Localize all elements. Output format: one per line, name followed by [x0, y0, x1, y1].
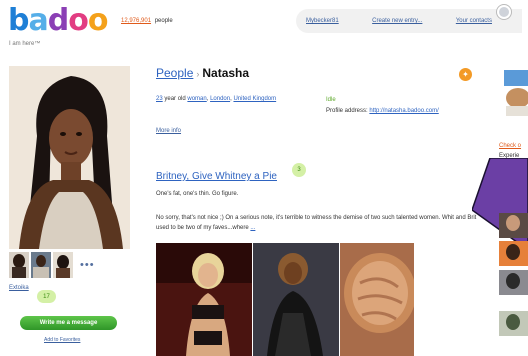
post-title-link[interactable]: Britney, Give Whitney a Pie: [156, 171, 277, 182]
breadcrumb-separator: ›: [196, 69, 200, 79]
member-thumb[interactable]: [499, 213, 528, 238]
profile-address: Profile address: http://natasha.badoo.co…: [326, 108, 439, 114]
people-label: people: [154, 18, 173, 24]
more-photos-link[interactable]: •••: [80, 259, 95, 271]
member-thumb[interactable]: [499, 311, 528, 336]
city-link[interactable]: London: [210, 96, 230, 102]
breadcrumb: People › Natasha: [156, 66, 249, 80]
profile-bio: 23 year old woman, London, United Kingdo…: [156, 96, 277, 102]
status-text: Idle: [326, 97, 336, 103]
profile-name: Natasha: [202, 66, 250, 80]
post-subtitle: One's fat, one's thin. Go figure.: [156, 191, 239, 197]
write-message-button[interactable]: Write me a message: [20, 316, 117, 330]
age-suffix: year old: [164, 96, 186, 102]
gender-link[interactable]: woman: [187, 96, 206, 102]
top-nav: Mybecker81 Create new entry... Your cont…: [296, 9, 522, 33]
photo-thumb[interactable]: [31, 252, 51, 278]
more-info-link[interactable]: More info: [156, 128, 181, 134]
nav-username-link[interactable]: Mybecker81: [306, 18, 339, 24]
photo-thumb[interactable]: [9, 252, 29, 278]
profile-address-label: Profile address:: [326, 108, 368, 114]
badoo-logo[interactable]: badoo: [8, 6, 108, 36]
nav-contacts-link[interactable]: Your contacts: [456, 18, 492, 24]
member-thumb[interactable]: [499, 270, 528, 295]
age-link[interactable]: 23: [156, 96, 163, 102]
photo-thumb[interactable]: [53, 252, 73, 278]
post-more-link[interactable]: ...: [250, 225, 255, 231]
post-body-text: No sorry, that's not nice ;) On a seriou…: [156, 215, 477, 231]
breadcrumb-people-link[interactable]: People: [156, 66, 193, 80]
photo-count-badge: 17: [37, 290, 56, 303]
people-count: 12,976,901 people: [121, 18, 173, 24]
country-link[interactable]: United Kingdom: [233, 96, 276, 102]
post-photo[interactable]: [340, 243, 414, 356]
add-to-favorites-link[interactable]: Add to Favorites: [44, 337, 80, 343]
promo-link[interactable]: Check o: [499, 143, 521, 149]
profile-address-link[interactable]: http://natasha.badoo.com/: [369, 108, 438, 114]
extoika-link[interactable]: Extoika: [9, 285, 29, 291]
photo-thumbnails: •••: [9, 252, 95, 278]
post-photo[interactable]: [156, 243, 252, 356]
people-count-link[interactable]: 12,976,901: [121, 18, 151, 24]
nav-create-entry-link[interactable]: Create new entry...: [372, 18, 422, 24]
post-photo[interactable]: [253, 243, 339, 356]
member-thumb[interactable]: [499, 241, 528, 266]
post-body: No sorry, that's not nice ;) On a seriou…: [156, 213, 482, 233]
star-icon[interactable]: ✦: [459, 68, 472, 81]
user-avatar-icon[interactable]: [497, 5, 511, 19]
promo-image[interactable]: [500, 66, 528, 124]
comment-count-badge[interactable]: 3: [292, 163, 306, 177]
profile-photo[interactable]: [9, 66, 130, 249]
tagline: I am here™: [9, 41, 41, 47]
